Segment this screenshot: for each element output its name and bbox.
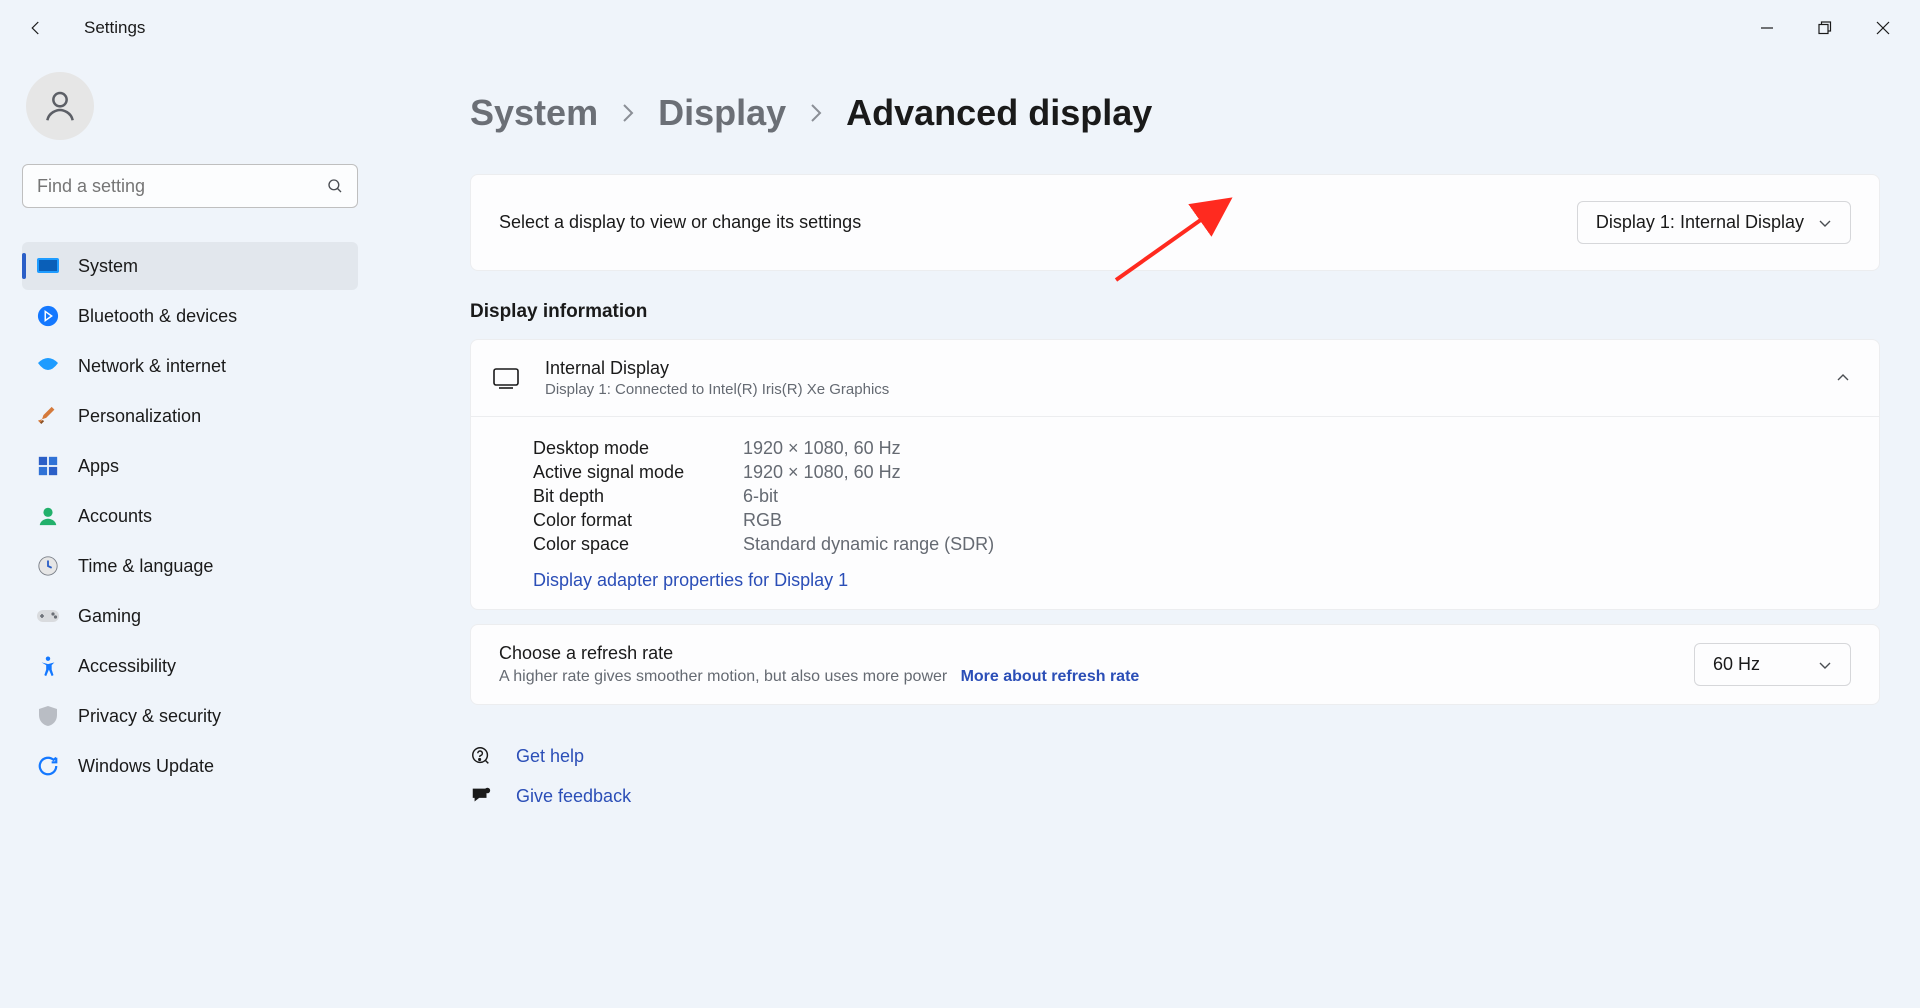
window-minimize-button[interactable] (1738, 5, 1796, 51)
breadcrumb-display[interactable]: Display (658, 92, 786, 134)
nav-item-accessibility[interactable]: Accessibility (22, 642, 358, 690)
display-info-header[interactable]: Internal Display Display 1: Connected to… (471, 340, 1879, 416)
search-input[interactable] (22, 164, 358, 208)
nav-item-time-language[interactable]: Time & language (22, 542, 358, 590)
display-name: Internal Display (545, 358, 1811, 379)
nav-item-personalization[interactable]: Personalization (22, 392, 358, 440)
system-icon (36, 254, 60, 278)
chevron-right-icon (620, 102, 636, 124)
nav-item-apps[interactable]: Apps (22, 442, 358, 490)
refresh-rate-more-link[interactable]: More about refresh rate (961, 668, 1140, 685)
refresh-rate-selector[interactable]: 60 Hz (1694, 643, 1851, 686)
app-title: Settings (84, 18, 145, 38)
nav-label: Accessibility (78, 656, 176, 677)
nav-label: Network & internet (78, 356, 226, 377)
nav-item-accounts[interactable]: Accounts (22, 492, 358, 540)
info-row: Color formatRGB (533, 510, 1851, 531)
shield-icon (36, 704, 60, 728)
refresh-rate-value: 60 Hz (1713, 654, 1760, 675)
breadcrumb: System Display Advanced display (470, 92, 1880, 134)
chevron-down-icon (1818, 658, 1832, 672)
refresh-rate-subtext: A higher rate gives smoother motion, but… (499, 668, 947, 685)
nav-label: Apps (78, 456, 119, 477)
nav-item-privacy[interactable]: Privacy & security (22, 692, 358, 740)
refresh-rate-card: Choose a refresh rate A higher rate give… (470, 624, 1880, 705)
nav-item-windows-update[interactable]: Windows Update (22, 742, 358, 790)
breadcrumb-current: Advanced display (846, 92, 1152, 134)
bluetooth-icon (36, 304, 60, 328)
update-icon (36, 754, 60, 778)
window-close-button[interactable] (1854, 5, 1912, 51)
nav-label: Time & language (78, 556, 213, 577)
account-icon (36, 504, 60, 528)
nav-label: Personalization (78, 406, 201, 427)
adapter-properties-link[interactable]: Display adapter properties for Display 1 (533, 570, 848, 591)
back-arrow-icon (27, 19, 45, 37)
nav-label: Privacy & security (78, 706, 221, 727)
clock-globe-icon (36, 554, 60, 578)
info-row: Active signal mode1920 × 1080, 60 Hz (533, 462, 1851, 483)
minimize-icon (1760, 21, 1774, 35)
nav-item-network[interactable]: Network & internet (22, 342, 358, 390)
help-icon (470, 745, 492, 767)
chevron-up-icon (1835, 370, 1851, 386)
nav: System Bluetooth & devices Network & int… (22, 242, 358, 790)
display-selector-value: Display 1: Internal Display (1596, 212, 1804, 233)
refresh-rate-title: Choose a refresh rate (499, 643, 1139, 664)
feedback-icon (470, 785, 492, 807)
content: System Display Advanced display Select a… (380, 56, 1920, 1008)
chevron-down-icon (1818, 216, 1832, 230)
select-display-label: Select a display to view or change its s… (499, 212, 861, 233)
paintbrush-icon (36, 404, 60, 428)
display-info-card: Internal Display Display 1: Connected to… (470, 339, 1880, 610)
nav-label: Accounts (78, 506, 152, 527)
nav-label: Bluetooth & devices (78, 306, 237, 327)
section-display-info: Display information (470, 301, 1880, 323)
nav-label: System (78, 256, 138, 277)
chevron-right-icon (808, 102, 824, 124)
get-help-link[interactable]: Get help (516, 746, 584, 767)
gaming-icon (36, 604, 60, 628)
give-feedback-link[interactable]: Give feedback (516, 786, 631, 807)
nav-item-system[interactable]: System (22, 242, 358, 290)
wifi-icon (36, 354, 60, 378)
person-icon (41, 87, 79, 125)
titlebar: Settings (0, 0, 1920, 56)
nav-label: Windows Update (78, 756, 214, 777)
display-selector[interactable]: Display 1: Internal Display (1577, 201, 1851, 244)
breadcrumb-system[interactable]: System (470, 92, 598, 134)
display-subtext: Display 1: Connected to Intel(R) Iris(R)… (545, 381, 1811, 398)
monitor-icon (491, 365, 521, 391)
info-row: Desktop mode1920 × 1080, 60 Hz (533, 438, 1851, 459)
info-row: Color spaceStandard dynamic range (SDR) (533, 534, 1851, 555)
maximize-icon (1818, 21, 1832, 35)
close-icon (1876, 21, 1890, 35)
accessibility-icon (36, 654, 60, 678)
info-row: Bit depth6-bit (533, 486, 1851, 507)
nav-label: Gaming (78, 606, 141, 627)
back-button[interactable] (20, 12, 52, 44)
sidebar: System Bluetooth & devices Network & int… (0, 56, 380, 1008)
nav-item-bluetooth[interactable]: Bluetooth & devices (22, 292, 358, 340)
window-maximize-button[interactable] (1796, 5, 1854, 51)
apps-icon (36, 454, 60, 478)
user-avatar[interactable] (26, 72, 94, 140)
select-display-card: Select a display to view or change its s… (470, 174, 1880, 271)
nav-item-gaming[interactable]: Gaming (22, 592, 358, 640)
